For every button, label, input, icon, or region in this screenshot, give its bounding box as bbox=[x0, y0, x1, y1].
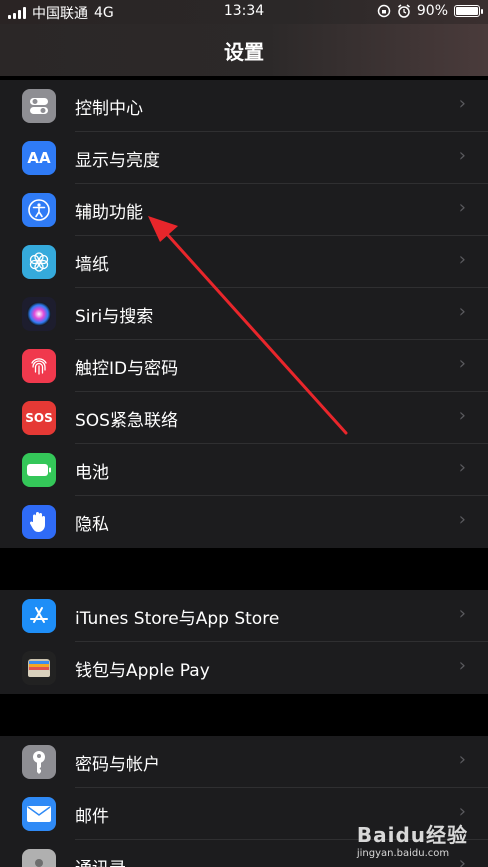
settings-row-privacy[interactable]: 隐私 › bbox=[0, 496, 488, 548]
row-label: 钱包与Apple Pay bbox=[75, 661, 210, 681]
row-label: 显示与亮度 bbox=[75, 151, 160, 171]
settings-row-wallpaper[interactable]: 墙纸 › bbox=[0, 236, 488, 288]
row-label: 控制中心 bbox=[75, 99, 143, 119]
row-label: 墙纸 bbox=[75, 255, 109, 275]
settings-group-store: iTunes Store与App Store › 钱包与Apple Pay › bbox=[0, 590, 488, 694]
navigation-bar: 设置 bbox=[0, 24, 488, 76]
contacts-icon bbox=[22, 849, 56, 867]
control-center-icon bbox=[22, 89, 56, 123]
chevron-right-icon: › bbox=[458, 197, 466, 218]
settings-row-display-brightness[interactable]: AA 显示与亮度 › bbox=[0, 132, 488, 184]
alarm-icon bbox=[397, 4, 410, 18]
chevron-right-icon: › bbox=[458, 301, 466, 322]
battery-percent: 90% bbox=[416, 3, 448, 19]
row-label: SOS紧急联络 bbox=[75, 411, 178, 431]
app-store-icon bbox=[22, 599, 56, 633]
battery-icon bbox=[22, 453, 56, 487]
settings-row-battery[interactable]: 电池 › bbox=[0, 444, 488, 496]
row-label: 邮件 bbox=[75, 807, 109, 827]
chevron-right-icon: › bbox=[458, 603, 466, 624]
settings-row-passwords[interactable]: 密码与帐户 › bbox=[0, 736, 488, 788]
chevron-right-icon: › bbox=[458, 405, 466, 426]
chevron-right-icon: › bbox=[458, 457, 466, 478]
row-label: 电池 bbox=[75, 463, 109, 483]
row-label: Siri与搜索 bbox=[75, 307, 154, 327]
row-label: 通讯录 bbox=[75, 854, 126, 867]
settings-row-sos[interactable]: SOS SOS紧急联络 › bbox=[0, 392, 488, 444]
row-label: 隐私 bbox=[75, 515, 109, 535]
status-right: 90% bbox=[377, 3, 483, 19]
settings-row-siri[interactable]: Siri与搜索 › bbox=[0, 288, 488, 340]
rotation-lock-icon bbox=[377, 4, 391, 18]
display-brightness-icon: AA bbox=[22, 141, 56, 175]
chevron-right-icon: › bbox=[458, 93, 466, 114]
settings-row-wallet[interactable]: 钱包与Apple Pay › bbox=[0, 642, 488, 694]
wallpaper-icon bbox=[22, 245, 56, 279]
status-bar: 中国联通 4G 13:34 90% bbox=[0, 0, 488, 24]
chevron-right-icon: › bbox=[458, 353, 466, 374]
accessibility-icon bbox=[22, 193, 56, 227]
chevron-right-icon: › bbox=[458, 145, 466, 166]
watermark-brand: Baidu经验 bbox=[356, 823, 468, 847]
row-label: 密码与帐户 bbox=[75, 755, 160, 775]
row-label: iTunes Store与App Store bbox=[75, 609, 280, 629]
settings-row-control-center[interactable]: 控制中心 › bbox=[0, 80, 488, 132]
row-label: 辅助功能 bbox=[75, 203, 143, 223]
chevron-right-icon: › bbox=[458, 655, 466, 676]
wallet-icon bbox=[22, 651, 56, 685]
settings-row-touch-id[interactable]: 触控ID与密码 › bbox=[0, 340, 488, 392]
settings-row-app-store[interactable]: iTunes Store与App Store › bbox=[0, 590, 488, 642]
row-label: 触控ID与密码 bbox=[75, 359, 179, 379]
mail-icon bbox=[22, 797, 56, 831]
sos-icon: SOS bbox=[22, 401, 56, 435]
chevron-right-icon: › bbox=[458, 749, 466, 770]
settings-group-display: 控制中心 › AA 显示与亮度 › 辅助功能 › 墙纸 › Siri与搜索 › … bbox=[0, 80, 488, 548]
key-icon bbox=[22, 745, 56, 779]
settings-row-accessibility[interactable]: 辅助功能 › bbox=[0, 184, 488, 236]
page-title: 设置 bbox=[224, 40, 264, 64]
chevron-right-icon: › bbox=[458, 509, 466, 530]
touch-id-icon bbox=[22, 349, 56, 383]
siri-icon bbox=[22, 297, 56, 331]
watermark-site: jingyan.baidu.com bbox=[356, 848, 450, 859]
baidu-jingyan-watermark: Baidu经验 jingyan.baidu.com bbox=[357, 819, 468, 859]
privacy-hand-icon bbox=[22, 505, 56, 539]
battery-icon bbox=[454, 5, 483, 17]
chevron-right-icon: › bbox=[458, 249, 466, 270]
